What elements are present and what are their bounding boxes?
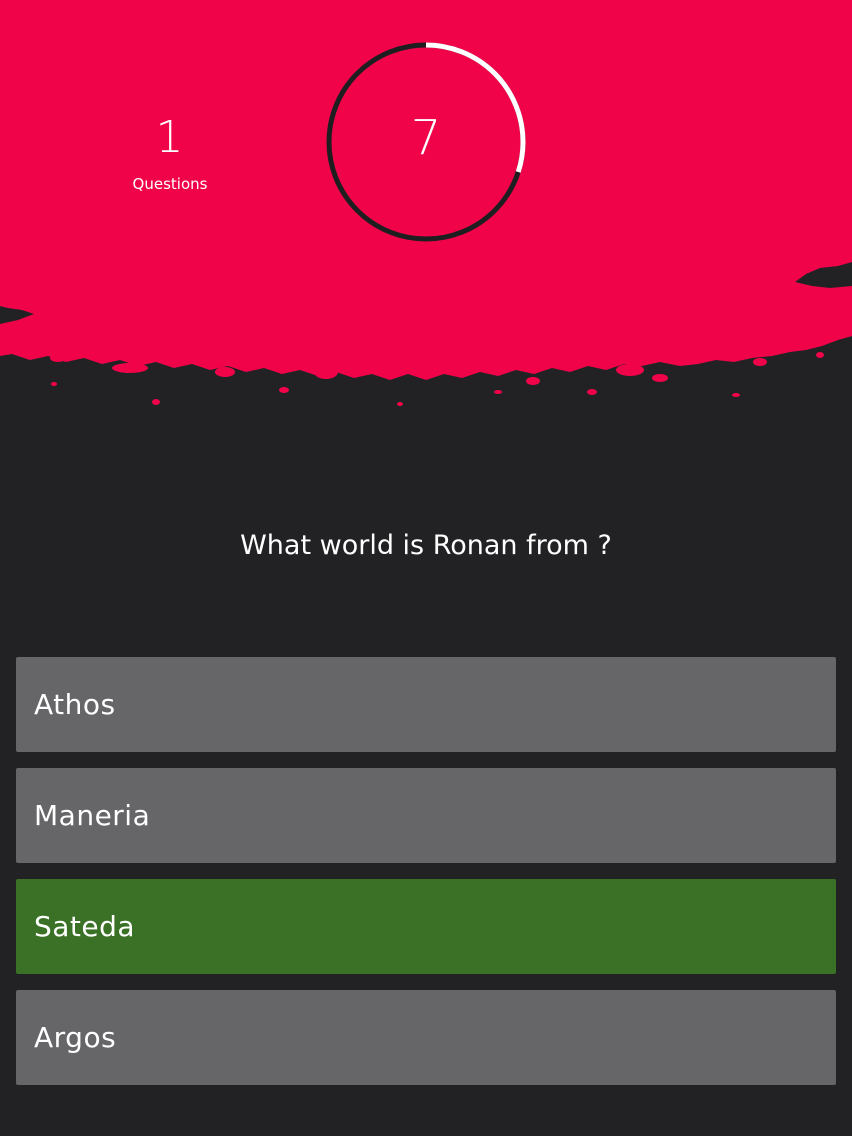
- question-counter: 1 Questions: [100, 110, 240, 194]
- question-count-value: 1: [155, 112, 185, 163]
- countdown-timer: 7: [325, 41, 527, 243]
- answer-option-1[interactable]: Athos: [16, 657, 836, 752]
- timer-value: 7: [410, 110, 442, 166]
- question-text: What world is Ronan from ?: [240, 530, 612, 561]
- answer-option-2[interactable]: Maneria: [16, 768, 836, 863]
- answer-list: Athos Maneria Sateda Argos: [16, 657, 836, 1101]
- question-count-label: Questions: [132, 175, 208, 193]
- answer-option-4[interactable]: Argos: [16, 990, 836, 1085]
- answer-option-3[interactable]: Sateda: [16, 879, 836, 974]
